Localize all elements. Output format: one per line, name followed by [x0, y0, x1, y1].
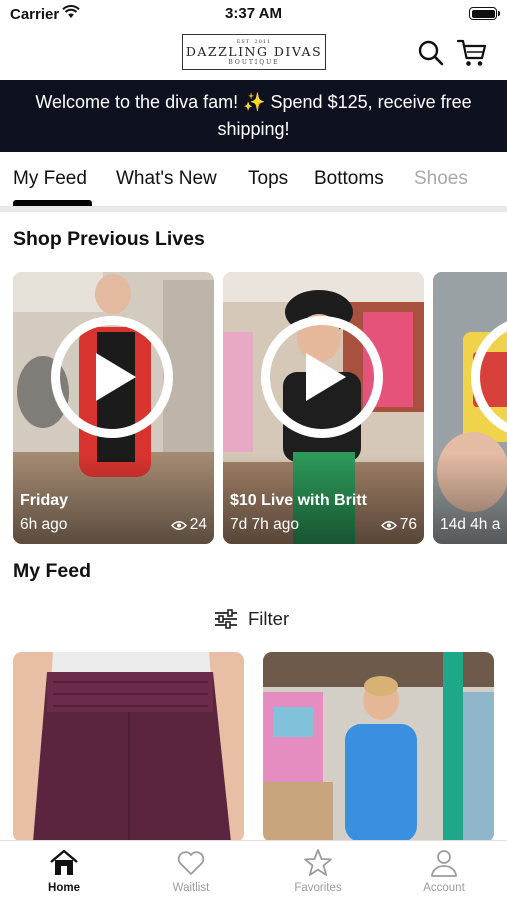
view-count-value: 24	[189, 516, 207, 533]
tab-tops[interactable]: Tops	[248, 168, 288, 190]
eye-icon	[170, 520, 187, 530]
filter-button[interactable]: Filter	[214, 605, 289, 633]
tabs-divider	[0, 207, 507, 212]
tab-shoes[interactable]: Shoes	[414, 168, 468, 190]
tab-whats-new[interactable]: What's New	[116, 168, 217, 190]
app-header: EST. 2011 DAZZLING DIVAS BOUTIQUE	[0, 28, 507, 80]
live-title: $10 Live with Britt	[230, 492, 367, 509]
product-tile[interactable]	[263, 652, 494, 842]
logo-name: DAZZLING DIVAS	[185, 43, 323, 59]
product-image	[13, 652, 244, 842]
live-time-ago: 14d 4h a	[440, 516, 501, 533]
battery-icon	[469, 7, 500, 20]
home-icon	[50, 849, 78, 875]
nav-waitlist-label: Waitlist	[172, 882, 210, 894]
nav-account[interactable]: Account	[404, 847, 484, 894]
tab-bottoms[interactable]: Bottoms	[314, 168, 384, 190]
live-view-count: 24	[170, 516, 207, 534]
nav-favorites[interactable]: Favorites	[278, 847, 358, 894]
search-button[interactable]	[416, 38, 446, 68]
live-title: Friday	[20, 492, 69, 509]
cart-button[interactable]	[456, 38, 487, 68]
status-bar: Carrier 3:37 AM	[0, 0, 507, 28]
nav-account-label: Account	[423, 882, 465, 894]
live-time-ago: 7d 7h ago	[230, 516, 299, 533]
live-view-count: 76	[380, 516, 417, 534]
nav-waitlist[interactable]: Waitlist	[151, 847, 231, 894]
live-replay-card[interactable]: Friday 6h ago 24	[13, 272, 214, 544]
logo-sub: BOUTIQUE	[228, 58, 280, 66]
person-icon	[431, 850, 457, 877]
heart-icon	[177, 851, 205, 875]
play-button[interactable]	[261, 316, 383, 438]
nav-favorites-label: Favorites	[294, 882, 342, 894]
my-feed-title: My Feed	[13, 560, 92, 582]
clock: 3:37 AM	[225, 5, 282, 22]
filter-sliders-icon	[215, 609, 237, 629]
nav-home-label: Home	[48, 882, 80, 894]
live-replay-card[interactable]: $10 Live with Britt 7d 7h ago 76	[223, 272, 424, 544]
play-icon	[96, 353, 136, 401]
view-count-value: 76	[399, 516, 417, 533]
product-image	[263, 652, 494, 842]
live-time-ago: 6h ago	[20, 516, 68, 533]
eye-icon	[380, 520, 397, 530]
previous-lives-title: Shop Previous Lives	[13, 228, 205, 250]
filter-label: Filter	[248, 608, 290, 629]
cart-icon	[456, 39, 487, 66]
star-icon	[304, 849, 332, 876]
promo-banner-text: Welcome to the diva fam! ✨ Spend $125, r…	[35, 92, 472, 139]
store-logo[interactable]: EST. 2011 DAZZLING DIVAS BOUTIQUE	[182, 34, 326, 70]
play-icon	[306, 353, 346, 401]
play-button[interactable]	[51, 316, 173, 438]
tab-my-feed[interactable]: My Feed	[13, 168, 87, 190]
search-icon	[418, 40, 444, 66]
category-tabs: My Feed What's New Tops Bottoms Shoes	[0, 152, 507, 207]
nav-home[interactable]: Home	[24, 847, 104, 894]
promo-banner: Welcome to the diva fam! ✨ Spend $125, r…	[0, 80, 507, 152]
live-replay-card[interactable]: 14d 4h a	[433, 272, 507, 544]
bottom-nav: Home Waitlist Favorites Account	[0, 840, 507, 900]
active-tab-indicator	[13, 200, 92, 206]
product-tile[interactable]	[13, 652, 244, 842]
